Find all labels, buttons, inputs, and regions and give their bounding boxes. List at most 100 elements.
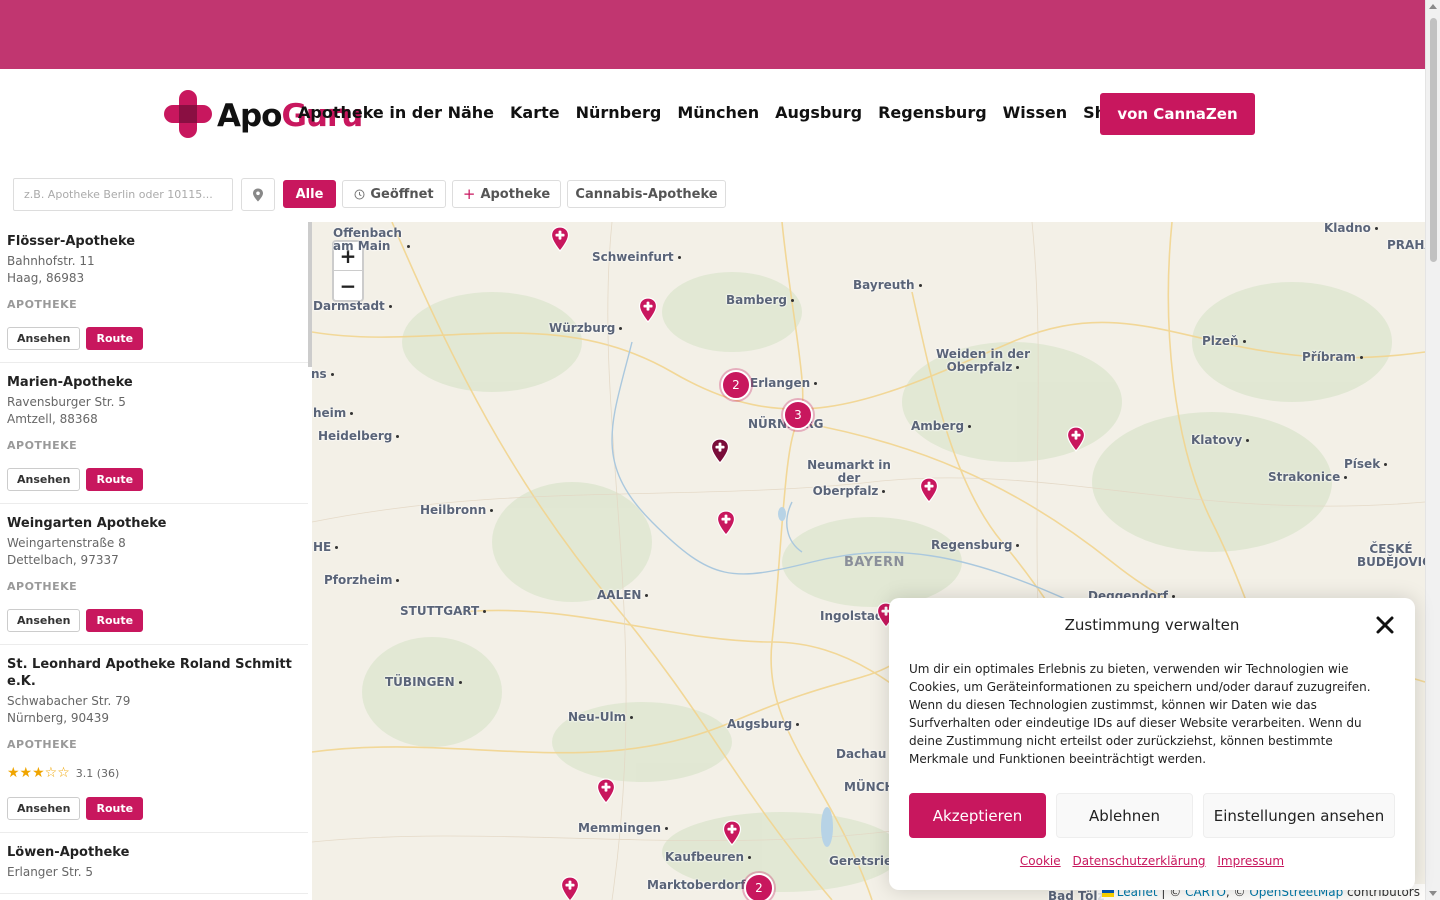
map-city-label: Strakonice [1268, 471, 1347, 484]
filter-chip-label: Cannabis-Apotheke [575, 186, 718, 202]
pharmacy-address: Schwabacher Str. 79 Nürnberg, 90439 [7, 693, 301, 727]
map-city-label: Neumarkt in der Oberpfalz [804, 459, 894, 498]
pharmacy-actions: Ansehen Route [7, 327, 301, 350]
pharmacy-list[interactable]: Flösser-Apotheke Bahnhofstr. 11 Haag, 869… [0, 222, 312, 900]
consent-title: Zustimmung verwalten [1064, 616, 1240, 634]
pharmacy-address: Bahnhofstr. 11 Haag, 86983 [7, 253, 301, 287]
pharmacy-name: Marien-Apotheke [7, 375, 133, 390]
pharmacy-type: APOTHEKE [7, 580, 78, 593]
filter-chip-label: Geöffnet [370, 186, 434, 202]
nav-muenchen[interactable]: München [677, 103, 759, 122]
map-city-label: Marktoberdorf [647, 879, 753, 892]
map-city-label: Regensburg [931, 539, 1019, 552]
pharmacy-city: Nürnberg, 90439 [7, 711, 110, 725]
pharmacy-street: Weingartenstraße 8 [7, 536, 126, 550]
list-item[interactable]: Flösser-Apotheke Bahnhofstr. 11 Haag, 869… [0, 222, 308, 363]
pharmacy-pin-icon[interactable] [560, 876, 580, 900]
map-city-label: HE [313, 541, 338, 554]
route-button[interactable]: Route [86, 327, 144, 350]
view-button[interactable]: Ansehen [7, 468, 81, 491]
map-city-label: ns [312, 368, 334, 381]
deny-button[interactable]: Ablehnen [1056, 793, 1193, 838]
filter-bar: Alle Geöffnet + Apotheke Cannabis-Apothe… [0, 176, 1425, 212]
route-button[interactable]: Route [86, 468, 144, 491]
list-item[interactable]: St. Leonhard Apotheke Roland Schmitt e.K… [0, 645, 308, 833]
nav-augsburg[interactable]: Augsburg [775, 103, 862, 122]
map-city-label: Heidelberg [318, 430, 399, 443]
pharmacy-street: Ravensburger Str. 5 [7, 395, 126, 409]
map-city-label: ČESKÉ BUDĚJOVICE [1357, 542, 1425, 569]
filter-chip-geoeffnet[interactable]: Geöffnet [342, 180, 446, 208]
map-city-label: PRAHA [1387, 238, 1425, 252]
map-city-label: Würzburg [549, 322, 622, 335]
scroll-down-arrow-icon[interactable] [1429, 891, 1437, 896]
pharmacy-pin-icon[interactable] [1066, 426, 1086, 452]
cookie-policy-link[interactable]: Cookie [1020, 854, 1061, 868]
map-cluster-marker[interactable]: 3 [783, 400, 813, 430]
nav-regensburg[interactable]: Regensburg [878, 103, 987, 122]
view-button[interactable]: Ansehen [7, 797, 81, 820]
pharmacy-type: APOTHEKE [7, 298, 78, 311]
pharmacy-pin-icon[interactable] [722, 820, 742, 846]
map-city-label: Amberg [911, 420, 971, 433]
list-item[interactable]: Löwen-Apotheke Erlanger Str. 5 [0, 833, 308, 894]
pharmacy-pin-icon[interactable] [710, 438, 730, 464]
locate-button[interactable] [241, 178, 275, 211]
filter-chip-apotheke[interactable]: + Apotheke [452, 180, 561, 208]
view-button[interactable]: Ansehen [7, 609, 81, 632]
site-logo[interactable]: ApoGuru [164, 90, 363, 138]
filter-chip-cannabis-apotheke[interactable]: Cannabis-Apotheke [567, 180, 726, 208]
pharmacy-rating: ★★★☆☆ 3.1 (36) [7, 765, 301, 781]
map-city-label: TÜBINGEN [385, 676, 462, 689]
filter-chip-alle[interactable]: Alle [283, 180, 336, 208]
list-item[interactable]: Weingarten Apotheke Weingartenstraße 8 De… [0, 504, 308, 645]
pharmacy-actions: Ansehen Route [7, 468, 301, 491]
map-city-label: Darmstadt [313, 300, 392, 313]
cannazen-button[interactable]: von CannaZen [1100, 93, 1255, 135]
page-scrollbar[interactable] [1425, 0, 1440, 900]
map-city-label: Písek [1344, 458, 1387, 471]
imprint-link[interactable]: Impressum [1217, 854, 1284, 868]
route-button[interactable]: Route [86, 797, 144, 820]
view-button[interactable]: Ansehen [7, 327, 81, 350]
scrollbar-thumb[interactable] [1430, 18, 1437, 262]
map-city-label: Schweinfurt [592, 251, 681, 264]
plus-icon: + [462, 185, 476, 203]
map-city-label: Weiden in der Oberpfalz [933, 348, 1033, 374]
pharmacy-address: Erlanger Str. 5 [7, 864, 301, 881]
list-item[interactable]: Marien-Apotheke Ravensburger Str. 5 Amtze… [0, 363, 308, 504]
pharmacy-pin-icon[interactable] [919, 477, 939, 503]
close-icon[interactable] [1375, 615, 1395, 635]
map-city-label: AALEN [597, 589, 648, 602]
map-cluster-marker[interactable]: 2 [721, 370, 751, 400]
map-city-label: Kaufbeuren [665, 851, 751, 864]
zoom-out-button[interactable]: − [334, 271, 362, 300]
search-input[interactable] [13, 178, 233, 211]
pharmacy-pin-icon[interactable] [550, 226, 570, 252]
nav-karte[interactable]: Karte [510, 103, 560, 122]
logo-cross-icon [164, 90, 212, 138]
privacy-policy-link[interactable]: Datenschutzerklärung [1072, 854, 1205, 868]
map-city-label: STUTTGART [400, 605, 486, 618]
pharmacy-pin-icon[interactable] [638, 297, 658, 323]
top-banner [0, 0, 1425, 69]
pharmacy-actions: Ansehen Route [7, 797, 301, 820]
pharmacy-type: APOTHEKE [7, 738, 78, 751]
pharmacy-address: Weingartenstraße 8 Dettelbach, 97337 [7, 535, 301, 569]
clock-icon [354, 189, 365, 199]
pharmacy-pin-icon[interactable] [596, 778, 616, 804]
nav-wissen[interactable]: Wissen [1003, 103, 1067, 122]
route-button[interactable]: Route [86, 609, 144, 632]
accept-button[interactable]: Akzeptieren [909, 793, 1046, 838]
star-rating-icon: ★★★☆☆ [7, 765, 70, 781]
map-city-label: Kladno [1324, 222, 1378, 235]
nav-apotheke-in-der-naehe[interactable]: Apotheke in der Nähe [298, 103, 494, 122]
map-city-label: Bayreuth [853, 279, 922, 292]
map-cluster-marker[interactable]: 2 [744, 873, 774, 900]
pharmacy-pin-icon[interactable] [716, 510, 736, 536]
nav-nuernberg[interactable]: Nürnberg [576, 103, 662, 122]
scroll-up-arrow-icon[interactable] [1429, 4, 1437, 9]
map-city-label: Plzeň [1202, 335, 1246, 348]
map-city-label: Příbram [1302, 351, 1363, 364]
view-preferences-button[interactable]: Einstellungen ansehen [1203, 793, 1395, 838]
